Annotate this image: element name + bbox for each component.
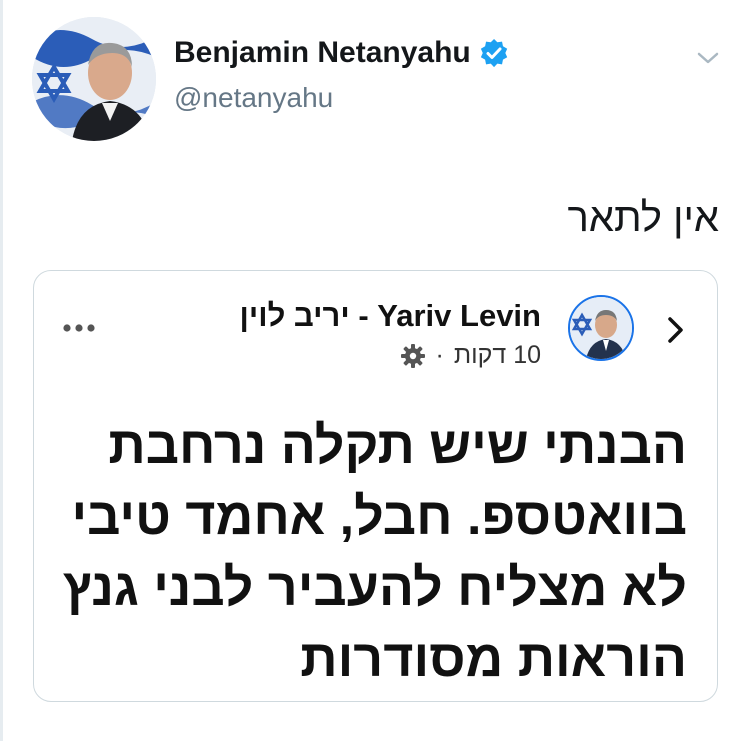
author-name-text: Benjamin Netanyahu — [174, 36, 471, 69]
more-dots-icon[interactable] — [62, 323, 96, 333]
post-meta: 10 דקות · — [400, 341, 541, 370]
attached-image-card[interactable]: Yariv Levin - יריב לוין 10 דקות · הבנתי … — [33, 270, 718, 702]
post-body-line: בוואטספ. חבל, אחמד טיבי — [71, 488, 687, 546]
tweet-page: Benjamin Netanyahu @netanyahu אין לתאר Y… — [0, 0, 733, 741]
post-time: 10 דקות — [453, 341, 541, 369]
tweet-text: אין לתאר — [567, 196, 719, 240]
author-display-name[interactable]: Benjamin Netanyahu — [174, 36, 509, 70]
post-body-line: הבנתי שיש תקלה נרחבת — [108, 417, 687, 475]
meta-separator: · — [435, 341, 444, 369]
post-body-line: הוראות מסודרות — [300, 630, 687, 688]
post-body-text: הבנתי שיש תקלה נרחבת בוואטספ. חבל, אחמד … — [57, 411, 687, 695]
chevron-down-icon[interactable] — [696, 50, 720, 66]
post-body-line: לא מצליח להעביר לבני גנץ — [62, 559, 687, 617]
chevron-right-icon[interactable] — [666, 315, 686, 345]
author-avatar[interactable] — [32, 17, 156, 141]
timeline-divider — [0, 0, 3, 741]
gear-icon — [400, 343, 425, 368]
post-author-name: Yariv Levin - יריב לוין — [239, 298, 541, 333]
post-author-avatar — [568, 295, 634, 361]
author-handle[interactable]: @netanyahu — [174, 82, 333, 114]
verified-badge-icon — [480, 38, 507, 68]
